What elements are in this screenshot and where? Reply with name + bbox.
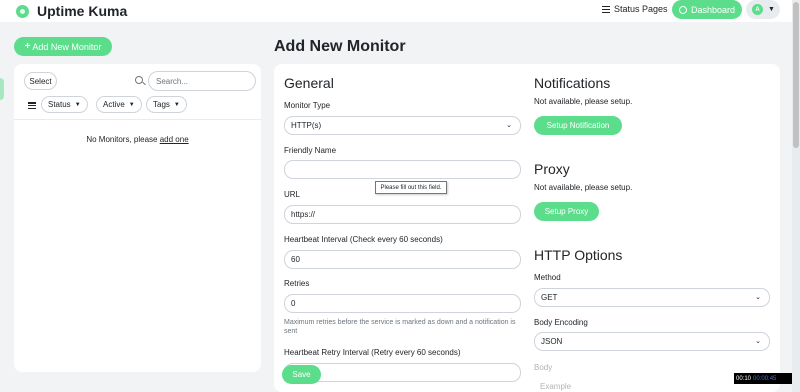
page-title: Add New Monitor [274,38,406,55]
add-new-monitor-label: Add New Monitor [32,41,102,52]
app-title: Uptime Kuma [37,3,128,19]
monitor-type-select[interactable]: HTTP(s) ⌄ [284,116,521,135]
body-encoding-label: Body Encoding [534,318,588,327]
retries-label: Retries [284,279,310,288]
heartbeat-interval-label: Heartbeat Interval (Check every 60 secon… [284,235,443,244]
proxy-text: Not available, please setup. [534,183,633,192]
empty-state: No Monitors, please add one [14,135,261,144]
scrollbar-thumb[interactable] [793,2,799,148]
monitor-form: General Monitor Type HTTP(s) ⌄ Friendly … [274,64,780,392]
general-heading: General [284,75,334,91]
dashboard-label: Dashboard [690,4,736,15]
status-filter-label: Status [48,100,71,109]
chevron-down-icon: ▼ [74,101,81,108]
dashboard-icon [678,5,687,14]
friendly-name-input[interactable] [284,160,521,179]
chevron-down-icon: ⌄ [755,338,761,345]
add-one-link[interactable]: add one [160,135,189,144]
setup-proxy-button[interactable]: Setup Proxy [534,202,599,221]
body-placeholder: Example [540,382,572,391]
top-navbar: Uptime Kuma Status Pages Dashboard A ▼ [0,0,800,22]
save-button[interactable]: Save [282,365,321,384]
plus-icon: + [24,41,31,52]
video-total-time: 00:00:45 [753,375,777,382]
select-button[interactable]: Select [24,72,57,90]
active-filter-label: Active [103,100,125,109]
validation-tooltip: Please fill out this field. [375,181,447,194]
video-timestamp: 00:10 00:00:45 [734,373,792,384]
empty-state-text: No Monitors, please [86,135,158,144]
retries-input[interactable]: 0 [284,294,521,313]
url-label: URL [284,190,301,199]
page-scrollbar[interactable] [792,0,800,392]
avatar: A [752,4,763,15]
monitor-list-panel: Select Status▼ Active▼ Tags▼ No Monitors… [14,64,261,372]
left-edge-handle [0,78,4,100]
divider [14,119,261,120]
http-options-heading: HTTP Options [534,247,623,263]
status-pages-label: Status Pages [614,4,668,15]
tags-filter-label: Tags [153,100,170,109]
status-filter[interactable]: Status ▼ [41,96,88,113]
chevron-down-icon: ▼ [128,101,135,108]
notifications-text: Not available, please setup. [534,97,633,106]
tags-filter[interactable]: Tags ▼ [146,96,187,113]
dashboard-button[interactable]: Dashboard [672,0,742,19]
monitor-type-label: Monitor Type [284,101,331,110]
chevron-down-icon: ⌄ [506,122,512,129]
menu-icon [602,4,610,15]
chevron-down-icon: ▼ [173,101,180,108]
setup-notification-button[interactable]: Setup Notification [534,116,622,135]
method-label: Method [534,273,561,282]
proxy-heading: Proxy [534,161,570,177]
status-pages-link[interactable]: Status Pages [602,4,668,15]
logo-icon [16,4,29,18]
add-new-monitor-button[interactable]: + Add New Monitor [14,37,112,56]
body-encoding-select[interactable]: JSON ⌄ [534,332,770,351]
brand[interactable]: Uptime Kuma [16,3,127,19]
monitor-type-value: HTTP(s) [291,121,322,130]
method-select[interactable]: GET ⌄ [534,288,770,307]
filter-icon[interactable] [28,101,36,110]
retry-interval-label: Heartbeat Retry Interval (Retry every 60… [284,348,461,357]
video-current-time: 00:10 [736,375,752,382]
friendly-name-label: Friendly Name [284,146,337,155]
body-encoding-value: JSON [541,337,563,346]
chevron-down-icon: ⌄ [755,294,761,301]
body-label: Body [534,363,553,372]
search-icon [135,76,143,84]
active-filter[interactable]: Active ▼ [96,96,142,113]
chevron-down-icon: ▼ [768,6,775,13]
search-input[interactable] [148,71,256,91]
retries-help-text: Maximum retries before the service is ma… [284,319,516,335]
profile-dropdown[interactable]: A ▼ [746,0,780,19]
method-value: GET [541,293,558,302]
url-input[interactable]: https:// [284,205,521,224]
notifications-heading: Notifications [534,75,611,91]
heartbeat-interval-input[interactable]: 60 [284,250,521,269]
